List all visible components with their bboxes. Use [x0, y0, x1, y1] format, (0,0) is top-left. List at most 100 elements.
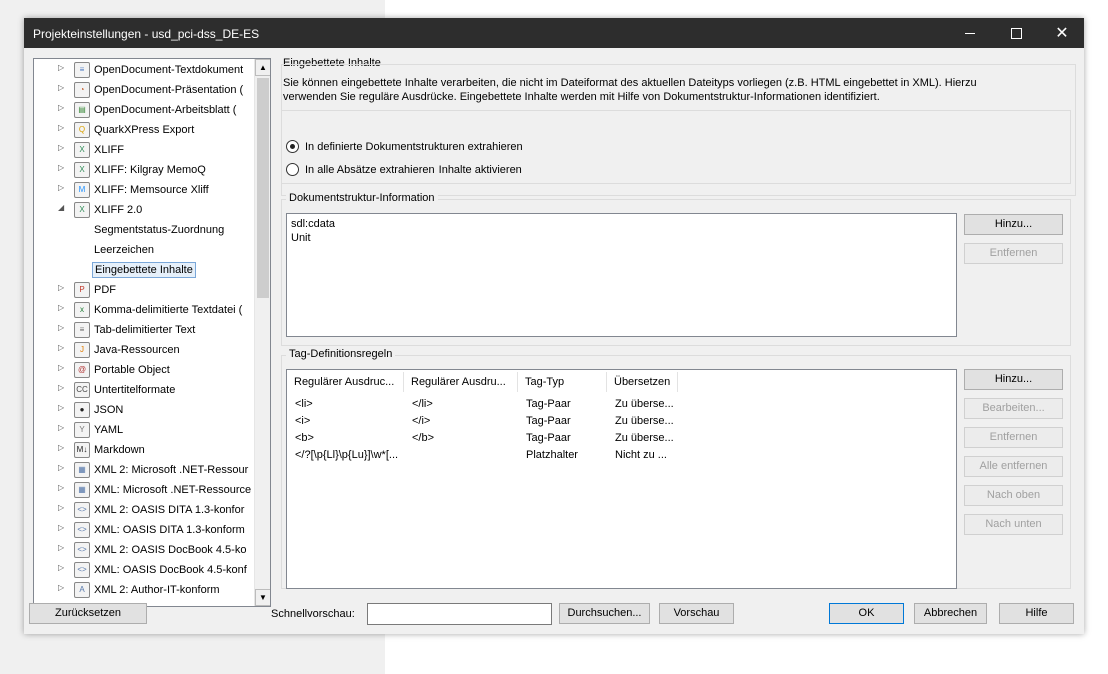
- tree-item-label: XML: OASIS DITA 1.3-konform: [94, 524, 245, 536]
- tag-edit-button[interactable]: Bearbeiten...: [964, 398, 1063, 419]
- expand-arrow-icon[interactable]: ▷: [58, 463, 68, 472]
- tree-item[interactable]: ▷ J Java-Ressourcen: [34, 340, 254, 360]
- tree-item[interactable]: ▷ x Komma-delimitierte Textdatei (: [34, 300, 254, 320]
- tree-item[interactable]: ▷ <> XML 2: OASIS DocBook 4.5-ko: [34, 540, 254, 560]
- xml-icon: <>: [74, 542, 90, 558]
- tree-item-label: XML: Microsoft .NET-Ressource: [94, 484, 252, 496]
- json-icon: ●: [74, 402, 90, 418]
- tree-item[interactable]: ◢ X XLIFF 2.0: [34, 200, 254, 220]
- radio-all-paragraphs[interactable]: In alle Absätze extrahieren Inhalte akti…: [286, 163, 522, 176]
- structure-add-button[interactable]: Hinzu...: [964, 214, 1063, 235]
- tree-item[interactable]: ▷ M↓ Markdown: [34, 440, 254, 460]
- expand-arrow-icon[interactable]: ▷: [58, 103, 68, 112]
- tree-item-label: XML 2: OASIS DITA 1.3-konfor: [94, 504, 245, 516]
- odt-icon: ≡: [74, 62, 90, 78]
- tree-item[interactable]: ▷ ≡ OpenDocument-Textdokument: [34, 60, 254, 80]
- maximize-button[interactable]: [993, 18, 1039, 48]
- tree-item[interactable]: ▷ Y YAML: [34, 420, 254, 440]
- tree-item-label: XML 2: OASIS DocBook 4.5-ko: [94, 544, 247, 556]
- expand-arrow-icon[interactable]: ▷: [58, 363, 68, 372]
- tree-item[interactable]: ▷ ◔ OpenDocument-Präsentation (: [34, 80, 254, 100]
- scroll-up-icon[interactable]: ▲: [255, 59, 270, 76]
- column-header[interactable]: Übersetzen: [607, 372, 678, 392]
- expand-arrow-icon[interactable]: ▷: [58, 423, 68, 432]
- tag-remove-button[interactable]: Entfernen: [964, 427, 1063, 448]
- expand-arrow-icon[interactable]: ▷: [58, 183, 68, 192]
- tree-item[interactable]: ▷ <> XML: OASIS DocBook 4.5-konf: [34, 560, 254, 580]
- expand-arrow-icon[interactable]: ▷: [58, 323, 68, 332]
- close-button[interactable]: ✕: [1039, 18, 1085, 48]
- browse-button[interactable]: Durchsuchen...: [559, 603, 650, 624]
- tree-item[interactable]: Leerzeichen: [34, 240, 254, 260]
- tree-item[interactable]: ▷ ▦ XML 2: Microsoft .NET-Ressour: [34, 460, 254, 480]
- tree-item[interactable]: ▷ A XML 2: Author-IT-konform: [34, 580, 254, 600]
- tree-item-label: XLIFF: Memsource Xliff: [94, 184, 209, 196]
- tree-item[interactable]: ▷ ▦ XML: Microsoft .NET-Ressource: [34, 480, 254, 500]
- expand-arrow-icon[interactable]: ▷: [58, 503, 68, 512]
- expand-arrow-icon[interactable]: ▷: [58, 143, 68, 152]
- tree-item[interactable]: ▷ ≡ Tab-delimitierter Text: [34, 320, 254, 340]
- structure-list[interactable]: sdl:cdata Unit: [286, 213, 957, 337]
- expand-arrow-icon[interactable]: ▷: [58, 303, 68, 312]
- column-header[interactable]: Regulärer Ausdruc...: [287, 372, 404, 392]
- file-type-tree[interactable]: ▷ A XML 2: Author-IT-konform ▷ <> XML: OASIS …: [33, 58, 271, 607]
- tag-add-button[interactable]: Hinzu...: [964, 369, 1063, 390]
- table-row[interactable]: </?[\p{Ll}\p{Lu}]\w*[... Platzhalter Nicht…: [287, 449, 956, 466]
- expand-arrow-icon[interactable]: ▷: [58, 83, 68, 92]
- tree-item[interactable]: ▷ X XLIFF: Kilgray MemoQ: [34, 160, 254, 180]
- minimize-button[interactable]: [947, 18, 993, 48]
- expand-arrow-icon[interactable]: ▷: [58, 483, 68, 492]
- help-button[interactable]: Hilfe: [999, 603, 1074, 624]
- expand-arrow-icon[interactable]: ▷: [58, 283, 68, 292]
- tree-item[interactable]: Eingebettete Inhalte: [34, 260, 254, 280]
- scroll-thumb[interactable]: [257, 78, 269, 298]
- tree-item[interactable]: ▷ Q QuarkXPress Export: [34, 120, 254, 140]
- tag-remove-all-button[interactable]: Alle entfernen: [964, 456, 1063, 477]
- xml-icon: ▦: [74, 482, 90, 498]
- tree-item[interactable]: Segmentstatus-Zuordnung: [34, 220, 254, 240]
- expand-arrow-icon[interactable]: ▷: [58, 123, 68, 132]
- expand-arrow-icon[interactable]: ▷: [58, 523, 68, 532]
- expand-arrow-icon[interactable]: ▷: [58, 563, 68, 572]
- column-header[interactable]: Tag-Typ: [518, 372, 607, 392]
- tree-item[interactable]: ▷ P PDF: [34, 280, 254, 300]
- tree-item[interactable]: ▷ ▤ OpenDocument-Arbeitsblatt (: [34, 100, 254, 120]
- quickpreview-input[interactable]: [367, 603, 552, 625]
- ok-button[interactable]: OK: [829, 603, 904, 624]
- tag-move-up-button[interactable]: Nach oben: [964, 485, 1063, 506]
- expand-arrow-icon[interactable]: ▷: [58, 343, 68, 352]
- scroll-down-icon[interactable]: ▼: [255, 589, 270, 606]
- ods-icon: ▤: [74, 102, 90, 118]
- table-row[interactable]: <li> </li> Tag-Paar Zu überse...: [287, 398, 956, 415]
- tree-scrollbar[interactable]: ▲ ▼: [254, 59, 270, 606]
- tree-item[interactable]: ▷ ● JSON: [34, 400, 254, 420]
- table-row[interactable]: <b> </b> Tag-Paar Zu überse...: [287, 432, 956, 449]
- tree-item[interactable]: ▷ CC Untertitelformate: [34, 380, 254, 400]
- preview-button[interactable]: Vorschau: [659, 603, 734, 624]
- tree-item[interactable]: ▷ <> XML: OASIS DITA 1.3-konform: [34, 520, 254, 540]
- cancel-button[interactable]: Abbrechen: [914, 603, 987, 624]
- list-item[interactable]: sdl:cdata: [291, 217, 335, 231]
- radio-defined-structures[interactable]: In definierte Dokumentstrukturen extrahi…: [286, 140, 523, 153]
- tree-item[interactable]: ▷ <> XML 2: OASIS DITA 1.3-konfor: [34, 500, 254, 520]
- column-header[interactable]: Regulärer Ausdru...: [404, 372, 518, 392]
- expand-arrow-icon[interactable]: ▷: [58, 383, 68, 392]
- tree-item[interactable]: ▷ X XLIFF: [34, 140, 254, 160]
- tree-item-label: Tab-delimitierter Text: [94, 324, 196, 336]
- collapse-arrow-icon[interactable]: ◢: [58, 203, 68, 212]
- reset-button[interactable]: Zurücksetzen: [29, 603, 147, 624]
- expand-arrow-icon[interactable]: ▷: [58, 163, 68, 172]
- table-row[interactable]: <i> </i> Tag-Paar Zu überse...: [287, 415, 956, 432]
- expand-arrow-icon[interactable]: ▷: [58, 63, 68, 72]
- tree-item[interactable]: ▷ M XLIFF: Memsource Xliff: [34, 180, 254, 200]
- expand-arrow-icon[interactable]: ▷: [58, 583, 68, 592]
- expand-arrow-icon[interactable]: ▷: [58, 403, 68, 412]
- expand-arrow-icon[interactable]: ▷: [58, 543, 68, 552]
- tag-rules-table[interactable]: Regulärer Ausdruc... Regulärer Ausdru...…: [286, 369, 957, 589]
- tree-item-label: XML 2: Author-IT-konform: [94, 584, 220, 596]
- list-item[interactable]: Unit: [291, 231, 335, 245]
- tree-item[interactable]: ▷ @ Portable Object: [34, 360, 254, 380]
- structure-remove-button[interactable]: Entfernen: [964, 243, 1063, 264]
- expand-arrow-icon[interactable]: ▷: [58, 443, 68, 452]
- tag-move-down-button[interactable]: Nach unten: [964, 514, 1063, 535]
